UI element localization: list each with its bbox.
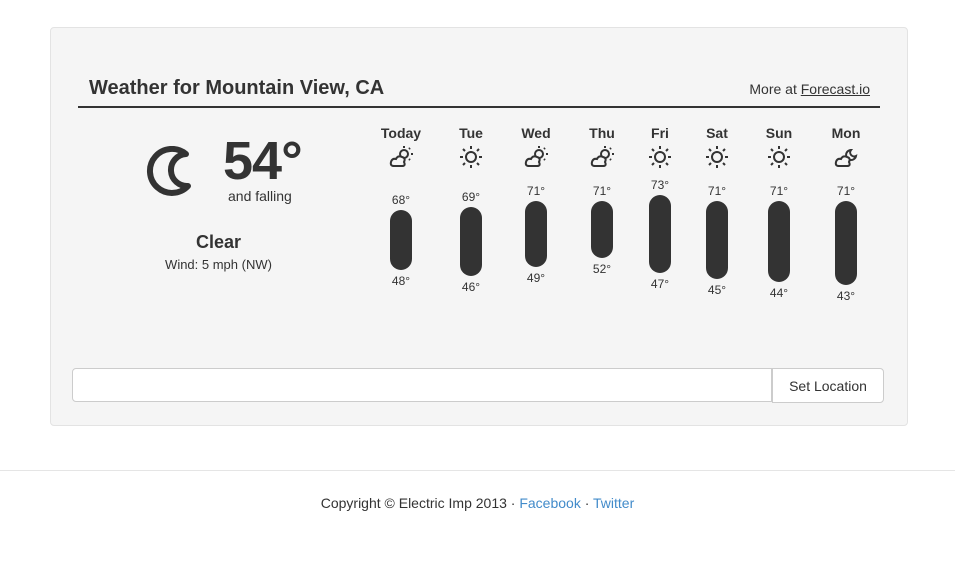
day-label: Wed [521, 125, 551, 141]
temperature-range-bar [525, 201, 547, 267]
weather-card: Weather for Mountain View, CA More at Fo… [50, 27, 908, 426]
low-temp: 49° [526, 271, 546, 285]
low-temp: 43° [836, 289, 856, 303]
high-temp: 71° [836, 184, 856, 198]
footer: Copyright © Electric Imp 2013 · Facebook… [320, 495, 635, 511]
temperature-range-bar [649, 195, 671, 273]
high-temp: 69° [461, 190, 481, 204]
high-temp: 71° [707, 184, 727, 198]
sun-icon [768, 146, 790, 168]
high-temp: 71° [769, 184, 789, 198]
temperature-range-bar [460, 207, 482, 276]
temperature-range-bar [835, 201, 857, 285]
partly-cloudy-icon [524, 146, 548, 167]
page-title: Weather for Mountain View, CA [89, 77, 385, 99]
temperature-range-bar [768, 201, 790, 282]
sun-icon [649, 146, 671, 168]
current-temperature: 54° [223, 131, 303, 191]
low-temp: 44° [769, 286, 789, 300]
footer-divider [0, 470, 955, 471]
temperature-range-bar [706, 201, 728, 279]
partly-cloudy-icon [590, 146, 614, 167]
temperature-range-bar [390, 210, 412, 270]
day-label: Today [380, 125, 422, 141]
divider [78, 106, 880, 108]
sun-icon [460, 146, 482, 168]
day-label: Sat [706, 125, 728, 141]
day-label: Mon [831, 125, 861, 141]
forecast-io-link[interactable]: Forecast.io [801, 81, 870, 97]
low-temp: 52° [592, 262, 612, 276]
location-input[interactable] [72, 368, 772, 402]
cloudy-night-icon [834, 148, 858, 167]
twitter-link[interactable]: Twitter [593, 495, 634, 511]
temperature-range-bar [591, 201, 613, 258]
facebook-link[interactable]: Facebook [519, 495, 580, 511]
moon-icon [146, 146, 191, 196]
partly-cloudy-icon [389, 146, 413, 167]
sun-icon [706, 146, 728, 168]
temperature-trend: and falling [228, 188, 292, 204]
high-temp: 71° [526, 184, 546, 198]
low-temp: 46° [461, 280, 481, 294]
set-location-button[interactable]: Set Location [772, 368, 884, 403]
low-temp: 48° [391, 274, 411, 288]
day-label: Tue [459, 125, 483, 141]
high-temp: 68° [391, 193, 411, 207]
day-label: Sun [765, 125, 793, 141]
more-at: More at Forecast.io [749, 81, 870, 97]
current-condition: Clear [195, 232, 242, 252]
wind-info: Wind: 5 mph (NW) [165, 257, 272, 272]
low-temp: 45° [707, 283, 727, 297]
